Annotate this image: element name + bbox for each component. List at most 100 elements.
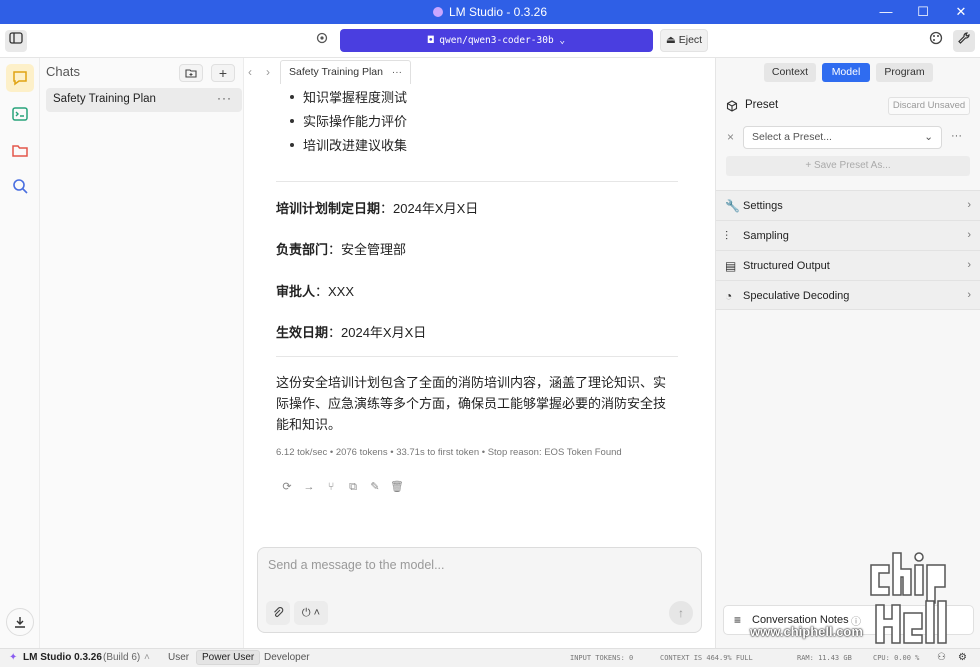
chat-bubble-icon[interactable]: [6, 64, 34, 92]
wrench-icon[interactable]: [953, 30, 975, 52]
send-button[interactable]: ↑: [669, 601, 693, 625]
status-bar: ✦ LM Studio 0.3.26 (Build 6) ˄ User Powe…: [0, 648, 980, 667]
close-button[interactable]: ✕: [943, 0, 979, 24]
chevron-down-icon: ⌄: [924, 131, 933, 143]
tab-menu-icon[interactable]: ···: [392, 67, 402, 78]
continue-icon[interactable]: →: [298, 481, 320, 493]
notes-icon: ≡: [734, 613, 742, 627]
message-actions: ⟳ → ⑂ ⧉ ✎ 🗑: [276, 480, 408, 494]
mode-power-user[interactable]: Power User: [196, 650, 261, 665]
plug-icon: ⏻: [301, 607, 311, 619]
chats-panel: Chats + Safety Training Plan ···: [40, 58, 244, 648]
chevron-right-icon: ›: [967, 289, 971, 301]
input-tokens: INPUT TOKENS: 0: [570, 654, 634, 662]
search-icon[interactable]: [6, 172, 34, 200]
copy-icon[interactable]: ⧉: [342, 481, 364, 494]
preset-menu-icon[interactable]: ···: [951, 130, 962, 142]
eject-button[interactable]: ⏏ Eject: [660, 29, 708, 52]
top-toolbar: ◘ qwen/qwen3-coder-30b ⌄ ⏏ Eject: [0, 24, 980, 58]
branch-icon[interactable]: ⑂: [320, 481, 342, 493]
app-version: LM Studio 0.3.26: [23, 652, 102, 663]
chevron-up-icon[interactable]: ˄: [144, 652, 150, 663]
chiphell-watermark-logo: [870, 552, 947, 644]
cpu-usage: CPU: 0.00 %: [873, 654, 920, 662]
folder-icon[interactable]: [6, 136, 34, 164]
assistant-message: 知识掌握程度测试 实际操作能力评价 培训改进建议收集 培训计划制定日期：2024…: [276, 86, 678, 516]
settings-gear-icon[interactable]: [311, 30, 333, 52]
chats-heading: Chats: [46, 64, 80, 79]
chat-item-menu-icon[interactable]: ···: [217, 91, 232, 105]
edit-icon[interactable]: ✎: [364, 480, 386, 493]
chevron-right-icon[interactable]: ›: [266, 65, 270, 79]
section-sampling[interactable]: ⫶ Sampling ›: [716, 220, 980, 250]
maximize-button[interactable]: ☐: [905, 0, 941, 24]
wrench-icon: 🔧: [725, 199, 740, 213]
bullet-list: 知识掌握程度测试 实际操作能力评价 培训改进建议收集: [290, 86, 407, 158]
left-rail: [0, 58, 40, 648]
tab-program[interactable]: Program: [876, 63, 933, 82]
chevron-down-icon: ⌄: [553, 35, 566, 46]
preset-label: Preset: [745, 99, 779, 111]
section-structured-output[interactable]: ▤ Structured Output ›: [716, 250, 980, 280]
eject-icon: ⏏: [665, 34, 679, 46]
message-input[interactable]: Send a message to the model...: [268, 558, 445, 572]
mode-developer[interactable]: Developer: [264, 652, 310, 663]
sliders-icon: ⫶: [725, 229, 729, 243]
list-item: 知识掌握程度测试: [290, 86, 407, 110]
watermark-text: www.chiphell.com: [750, 624, 863, 639]
terminal-icon[interactable]: [6, 100, 34, 128]
delete-icon[interactable]: 🗑: [386, 480, 408, 493]
window-title: LM Studio - 0.3.26: [0, 0, 980, 24]
regenerate-icon[interactable]: ⟳: [276, 480, 298, 493]
field-approver: 审批人：XXX: [276, 284, 355, 299]
chevron-right-icon: ›: [967, 199, 971, 211]
new-chat-button[interactable]: +: [211, 64, 235, 82]
save-preset-button[interactable]: + Save Preset As...: [726, 156, 970, 176]
cube-icon: [726, 100, 738, 112]
divider: [276, 356, 678, 357]
field-effective-date: 生效日期：2024年X月X日: [276, 325, 427, 340]
tab-model[interactable]: Model: [822, 63, 870, 82]
chevron-right-icon: ›: [967, 259, 971, 271]
discard-unsaved-button[interactable]: Discard Unsaved: [888, 97, 970, 115]
field-plan-date: 培训计划制定日期：2024年X月X日: [276, 201, 479, 216]
message-composer[interactable]: Send a message to the model... ⏻ ˄ ↑: [257, 547, 702, 633]
new-folder-button[interactable]: [179, 64, 203, 82]
preset-select[interactable]: Select a Preset... ⌄: [743, 126, 942, 149]
minimize-button[interactable]: —: [868, 0, 904, 24]
clear-preset-icon[interactable]: ×: [727, 130, 734, 144]
list-item: 实际操作能力评价: [290, 110, 407, 134]
context-usage: CONTEXT IS 464.9% FULL: [660, 654, 753, 662]
plus-icon: +: [218, 65, 228, 81]
section-settings[interactable]: 🔧 Settings ›: [716, 190, 980, 220]
plugins-button[interactable]: ⏻ ˄: [294, 601, 328, 625]
title-bar: LM Studio - 0.3.26 — ☐ ✕: [0, 0, 980, 24]
plus-icon: +: [805, 160, 814, 171]
lmstudio-logo-icon: [432, 7, 443, 17]
download-icon[interactable]: [6, 608, 34, 636]
chevron-left-icon[interactable]: ‹: [248, 65, 252, 79]
tab-context[interactable]: Context: [764, 63, 816, 82]
chevron-up-icon: ˄: [310, 607, 321, 619]
ram-usage: RAM: 11.43 GB: [797, 654, 852, 662]
lmstudio-logo-icon: ✦: [9, 652, 18, 663]
build-number: (Build 6): [103, 652, 141, 663]
mode-user[interactable]: User: [168, 652, 189, 663]
chat-list-item[interactable]: Safety Training Plan ···: [46, 88, 242, 112]
divider: [276, 181, 678, 182]
chat-item-label: Safety Training Plan: [53, 93, 156, 105]
tab-chat[interactable]: Safety Training Plan ···: [280, 60, 411, 84]
attach-icon[interactable]: [266, 601, 290, 625]
speculative-icon: ◔: [725, 289, 733, 303]
model-selector[interactable]: ◘ qwen/qwen3-coder-30b ⌄: [340, 29, 653, 52]
chat-area: ‹ › Safety Training Plan ··· 知识掌握程度测试 实际…: [244, 58, 715, 648]
field-department: 负责部门：安全管理部: [276, 242, 407, 257]
document-icon: ▤: [725, 259, 737, 273]
palette-icon[interactable]: [925, 30, 947, 52]
section-speculative-decoding[interactable]: ◔ Speculative Decoding ›: [716, 280, 980, 310]
folder-plus-icon: [185, 69, 197, 78]
list-item: 培训改进建议收集: [290, 134, 407, 158]
toggle-sidebar-icon[interactable]: [5, 30, 27, 52]
chevron-right-icon: ›: [967, 229, 971, 241]
model-chip-icon: ◘: [427, 35, 440, 46]
